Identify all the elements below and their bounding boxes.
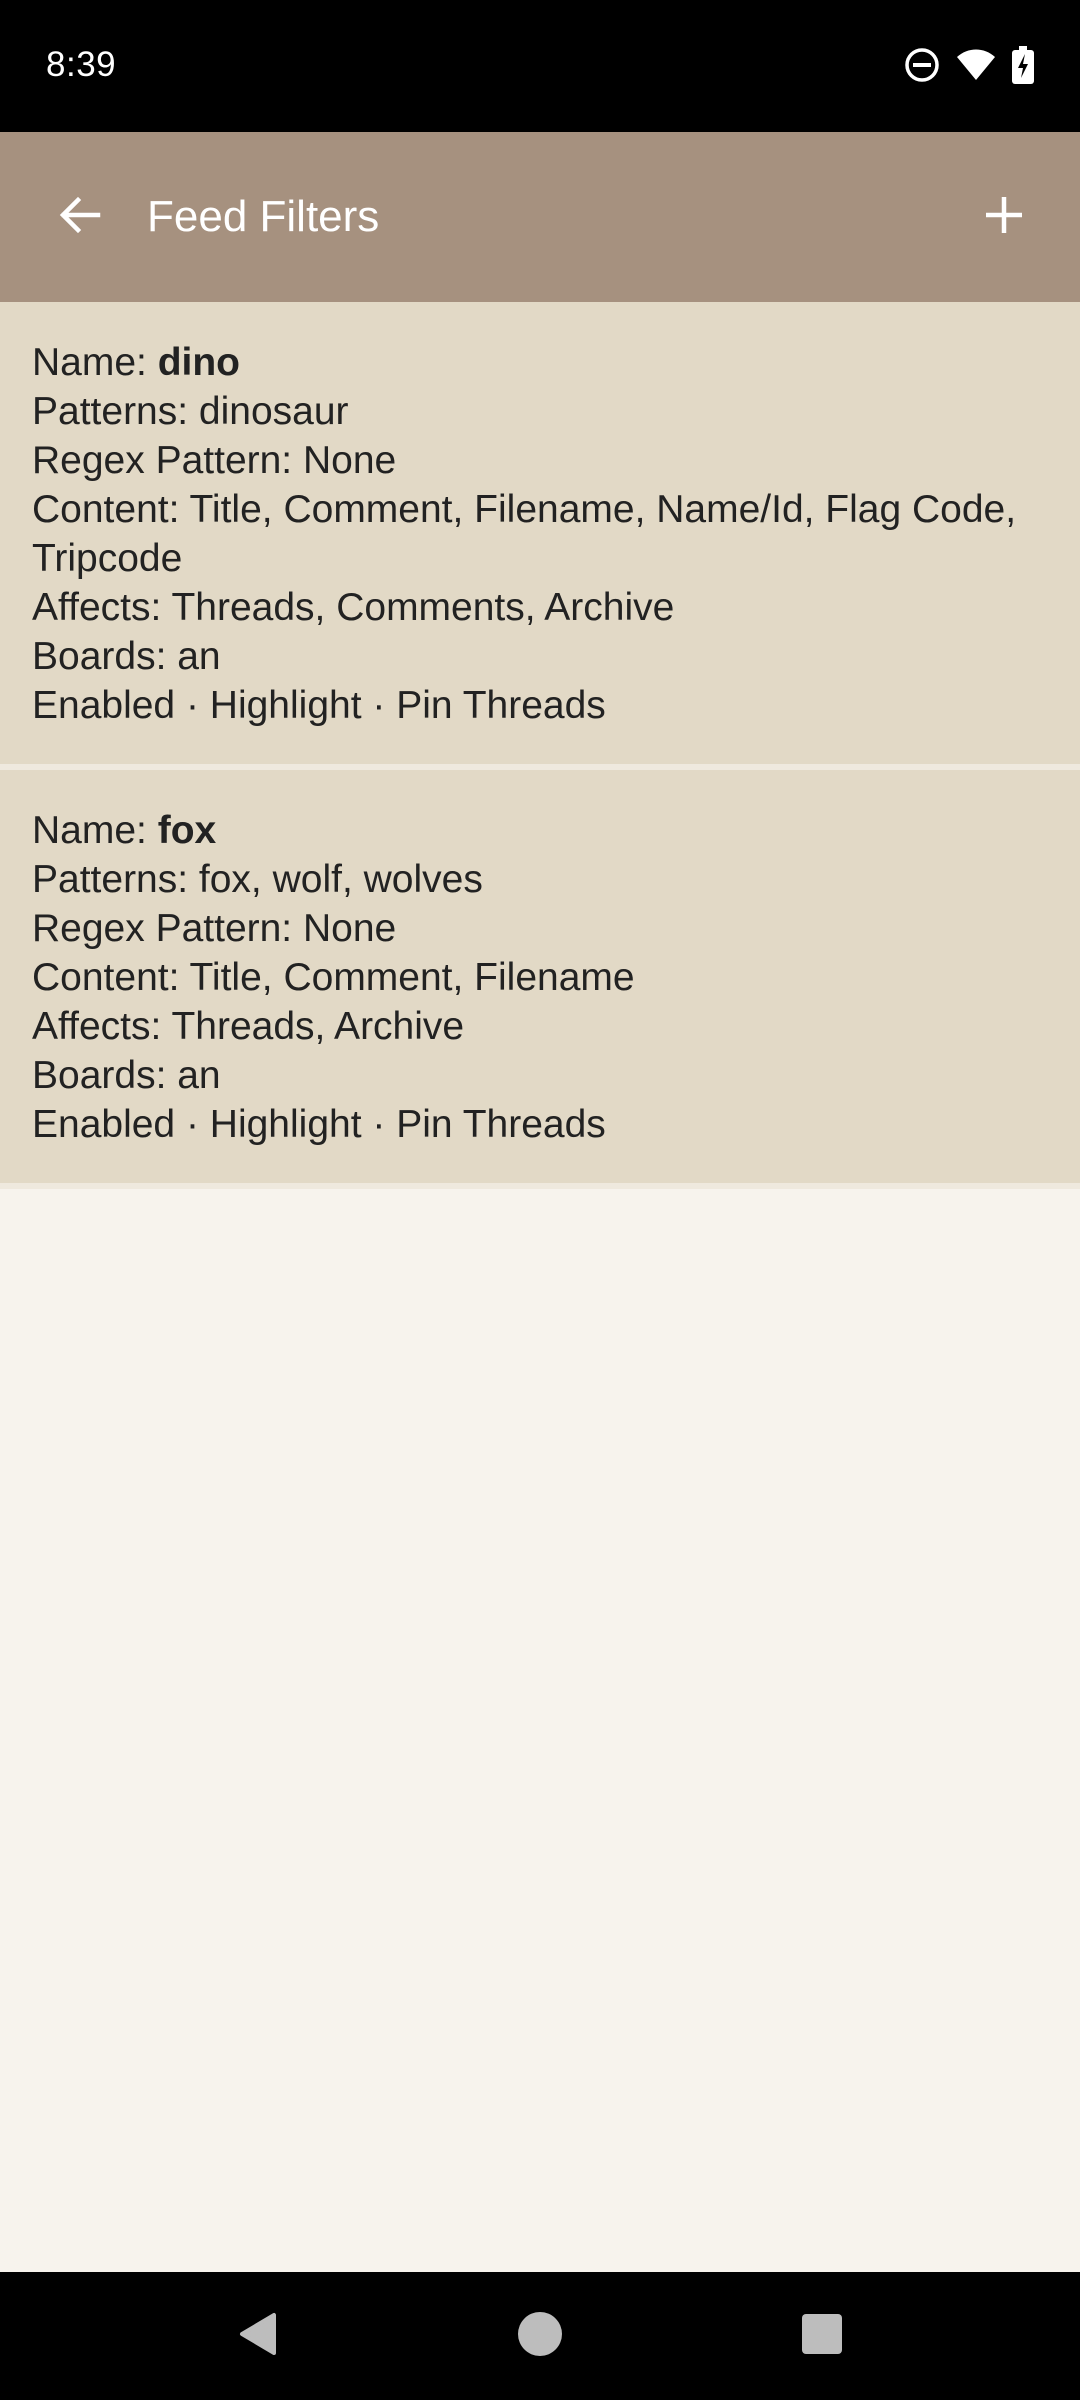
app-bar: Feed Filters [0, 132, 1080, 302]
filter-card[interactable]: Name: dino Patterns: dinosaur Regex Patt… [0, 302, 1080, 770]
filter-boards: Boards: an [32, 1054, 221, 1097]
filter-name-value: dino [157, 341, 241, 384]
filter-affects: Affects: Threads, Archive [32, 1005, 465, 1048]
navigation-bar [0, 2272, 1080, 2400]
nav-home-button[interactable] [480, 2296, 600, 2376]
add-filter-button[interactable] [956, 169, 1052, 265]
battery-charging-icon [1012, 46, 1034, 84]
filter-boards: Boards: an [32, 635, 221, 678]
filter-status: Enabled · Highlight · Pin Threads [32, 684, 606, 727]
filter-list: Name: dino Patterns: dinosaur Regex Patt… [0, 302, 1080, 1189]
nav-recents-button[interactable] [762, 2296, 882, 2376]
filter-name-line: Name: fox [32, 806, 1048, 855]
filter-name-label: Name: [32, 809, 158, 852]
filter-regex: Regex Pattern: None [32, 439, 397, 482]
status-time: 8:39 [46, 45, 117, 84]
filter-content: Content: Title, Comment, Filename [32, 956, 635, 999]
nav-back-button[interactable] [198, 2296, 318, 2376]
filter-patterns: Patterns: fox, wolf, wolves [32, 858, 483, 901]
arrow-left-icon [58, 193, 102, 242]
status-bar: 8:39 [0, 0, 1080, 132]
nav-home-icon [517, 2311, 563, 2362]
back-button[interactable] [32, 169, 128, 265]
do-not-disturb-icon [904, 47, 940, 83]
wifi-icon [956, 48, 996, 82]
nav-back-icon [236, 2311, 280, 2362]
status-icons [904, 42, 1034, 88]
page-title: Feed Filters [147, 192, 380, 241]
filter-content: Content: Title, Comment, Filename, Name/… [32, 488, 1017, 580]
filter-card[interactable]: Name: fox Patterns: fox, wolf, wolves Re… [0, 770, 1080, 1189]
filter-affects: Affects: Threads, Comments, Archive [32, 586, 675, 629]
filter-regex: Regex Pattern: None [32, 907, 397, 950]
filter-name-label: Name: [32, 341, 158, 384]
nav-recents-icon [801, 2313, 843, 2360]
filter-patterns: Patterns: dinosaur [32, 390, 349, 433]
filter-name-value: fox [157, 809, 217, 852]
filter-name-line: Name: dino [32, 338, 1048, 387]
filter-status: Enabled · Highlight · Pin Threads [32, 1103, 606, 1146]
plus-icon [984, 195, 1024, 240]
